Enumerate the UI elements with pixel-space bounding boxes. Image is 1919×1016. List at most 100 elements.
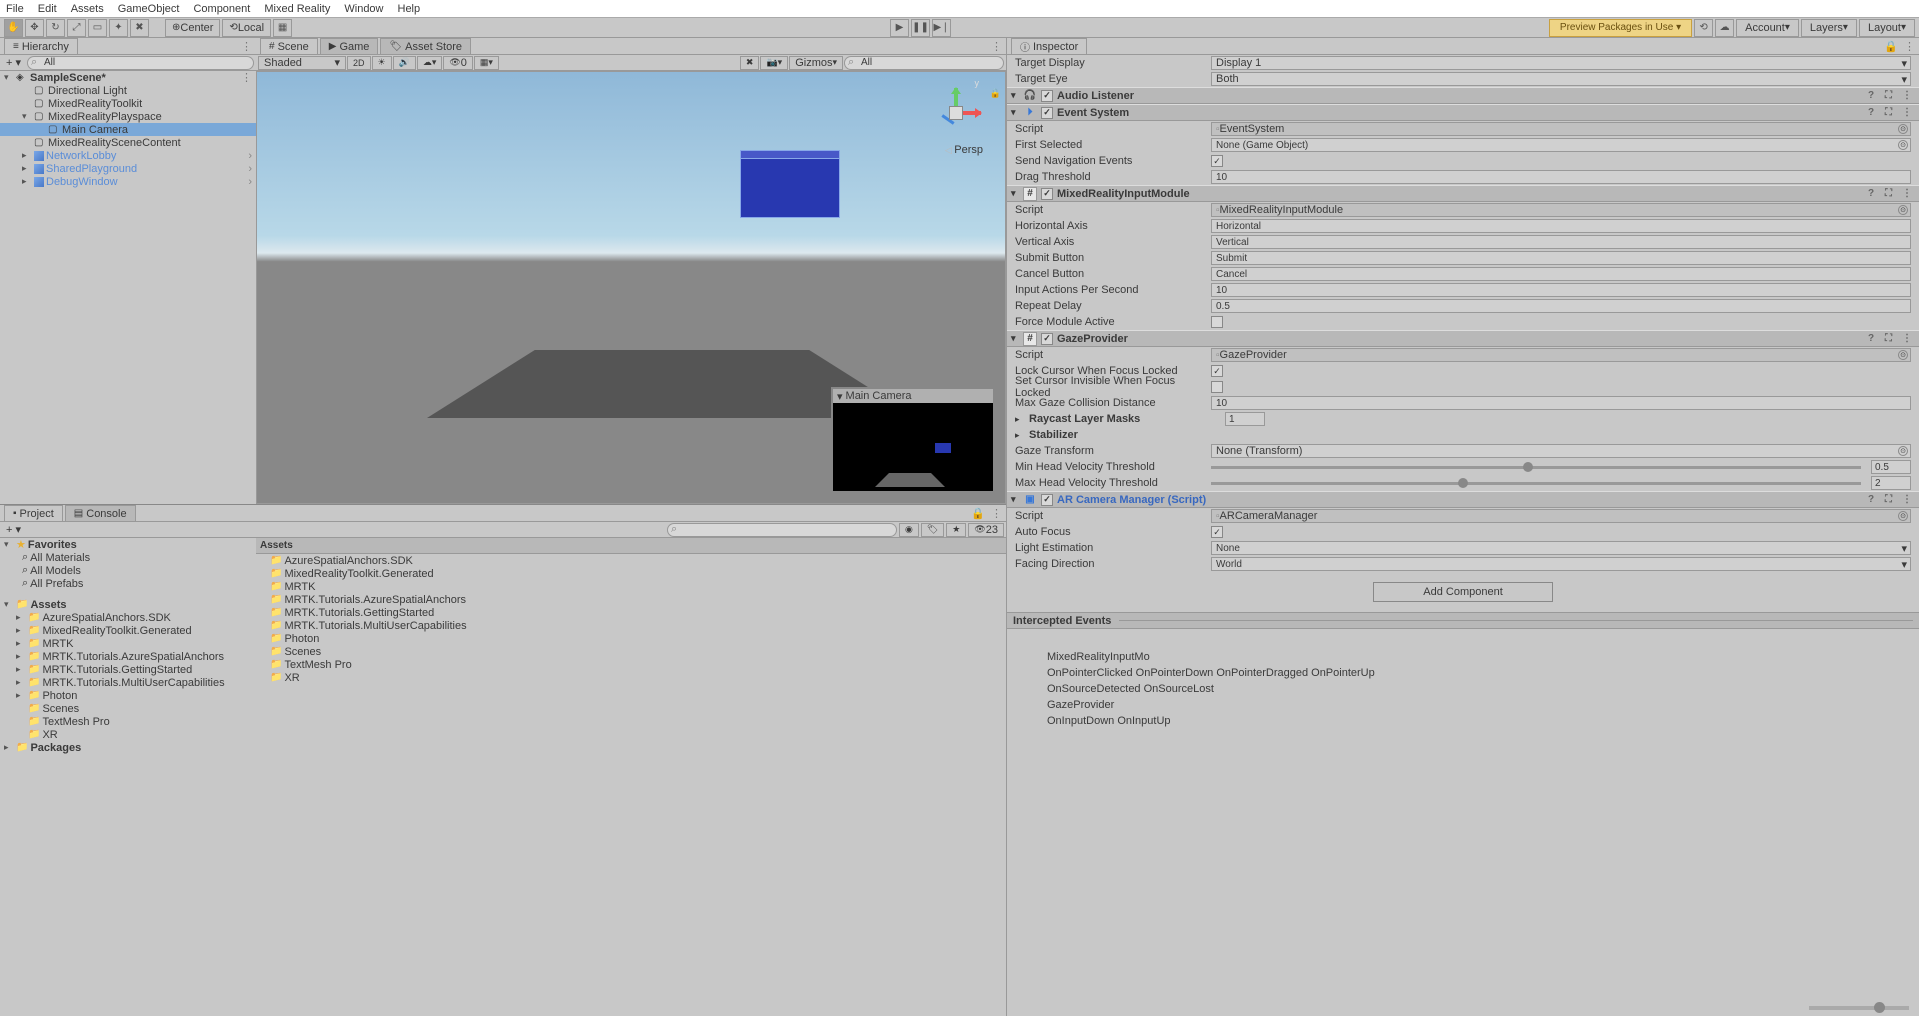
add-component-button[interactable]: Add Component (1373, 582, 1553, 602)
input-enable-checkbox[interactable]: ✓ (1041, 188, 1053, 200)
hierarchy-tree[interactable]: ▾◈SampleScene*⋮▢Directional Light▢MixedR… (0, 71, 256, 504)
hidden-count-icon[interactable]: 👁23 (968, 523, 1004, 537)
folder-item[interactable]: ▸📁 MRTK.Tutorials.GettingStarted (0, 663, 256, 676)
help-icon[interactable]: ? (1868, 107, 1881, 118)
menu-gameobject[interactable]: GameObject (118, 3, 180, 15)
menu-mixedreality[interactable]: Mixed Reality (264, 3, 330, 15)
menu-window[interactable]: Window (344, 3, 383, 15)
preview-packages-pill[interactable]: Preview Packages in Use ▾ (1549, 19, 1692, 37)
audio-listener-header[interactable]: ▾🎧✓Audio Listener?⛶⋮ (1007, 87, 1919, 104)
console-tab[interactable]: ▤ Console (65, 505, 136, 521)
tab-menu-icon[interactable]: ⋮ (1904, 40, 1915, 53)
layers-dropdown[interactable]: Layers ▾ (1801, 19, 1857, 37)
hierarchy-search[interactable]: All (27, 56, 254, 70)
menu-edit[interactable]: Edit (38, 3, 57, 15)
hierarchy-item[interactable]: ▸ NetworkLobby› (0, 149, 256, 162)
hierarchy-tab[interactable]: ≡ Hierarchy (4, 38, 78, 54)
slider-value[interactable]: 0.5 (1871, 460, 1911, 474)
property-field[interactable]: Cancel (1211, 267, 1911, 281)
project-asset-list[interactable]: Assets 📁 AzureSpatialAnchors.SDK📁 MixedR… (256, 538, 1006, 1016)
favorite-item[interactable]: ⌕ All Materials (0, 551, 256, 564)
projection-label[interactable]: ◁ Persp (945, 144, 983, 156)
project-create[interactable]: + ▾ (2, 523, 25, 536)
hierarchy-item[interactable]: ▢MixedRealityToolkit (0, 97, 256, 110)
scene-tab[interactable]: # Scene (260, 38, 318, 54)
rect-tool[interactable]: ▭ (88, 19, 107, 37)
property-field[interactable]: Horizontal (1211, 219, 1911, 233)
menu-help[interactable]: Help (398, 3, 421, 15)
favorite-item[interactable]: ⌕ All Models (0, 564, 256, 577)
preset-icon[interactable]: ⛶ (1885, 494, 1898, 505)
project-search[interactable] (667, 523, 897, 537)
hand-tool[interactable]: ✋ (4, 19, 23, 37)
property-field[interactable]: 10 (1211, 170, 1911, 184)
pivot-center-toggle[interactable]: ⊕ Center (165, 19, 220, 37)
asset-item[interactable]: 📁 MRTK.Tutorials.GettingStarted (256, 606, 1006, 619)
raycast-count[interactable]: 1 (1225, 412, 1265, 426)
lock-icon[interactable]: 🔒 (1884, 40, 1898, 53)
move-tool[interactable]: ✥ (25, 19, 44, 37)
property-checkbox[interactable] (1211, 316, 1223, 328)
lock-icon[interactable]: 🔒 (971, 507, 985, 520)
pause-button[interactable]: ❚❚ (911, 19, 930, 37)
layout-dropdown[interactable]: Layout ▾ (1859, 19, 1915, 37)
event-enable-checkbox[interactable]: ✓ (1041, 107, 1053, 119)
filter-by-type-icon[interactable]: ◉ (899, 523, 919, 537)
asset-item[interactable]: 📁 XR (256, 671, 1006, 684)
property-field[interactable]: None (Game Object)⊙ (1211, 138, 1911, 152)
custom-tool[interactable]: ✖ (130, 19, 149, 37)
tab-menu-icon[interactable]: ⋮ (241, 40, 252, 53)
menu-icon[interactable]: ⋮ (1902, 90, 1915, 101)
menu-icon[interactable]: ⋮ (1902, 188, 1915, 199)
gaze-provider-header[interactable]: ▾#✓GazeProvider?⛶⋮ (1007, 330, 1919, 347)
grid-toggle[interactable]: ▦▾ (474, 56, 499, 70)
help-icon[interactable]: ? (1868, 494, 1881, 505)
tools-icon[interactable]: ✖ (740, 56, 760, 70)
scene-search[interactable]: All (844, 56, 1004, 70)
property-checkbox[interactable] (1211, 381, 1223, 393)
hierarchy-item[interactable]: ▸ DebugWindow› (0, 175, 256, 188)
gizmos-dropdown[interactable]: Gizmos ▾ (789, 56, 843, 70)
property-checkbox[interactable]: ✓ (1211, 155, 1223, 167)
save-search-icon[interactable]: ★ (946, 523, 966, 537)
camera-icon[interactable]: 📷▾ (760, 56, 788, 70)
property-checkbox[interactable]: ✓ (1211, 365, 1223, 377)
scale-tool[interactable]: ⤢ (67, 19, 86, 37)
target-eye-field[interactable]: Both▾ (1211, 72, 1911, 86)
folder-item[interactable]: ▸📁 MRTK (0, 637, 256, 650)
2d-toggle[interactable]: 2D (347, 56, 371, 70)
property-field[interactable]: None▾ (1211, 541, 1911, 555)
hierarchy-item[interactable]: ▢Main Camera (0, 123, 256, 136)
snap-toggle[interactable]: ▦ (273, 19, 292, 37)
play-button[interactable]: ▶ (890, 19, 909, 37)
menu-icon[interactable]: ⋮ (1902, 333, 1915, 344)
slider-value[interactable]: 2 (1871, 476, 1911, 490)
project-folder-tree[interactable]: ▾★ Favorites⌕ All Materials⌕ All Models⌕… (0, 538, 256, 1016)
menu-assets[interactable]: Assets (71, 3, 104, 15)
collab-icon[interactable]: ⟲ (1694, 19, 1713, 37)
gaze-enable-checkbox[interactable]: ✓ (1041, 333, 1053, 345)
asset-item[interactable]: 📁 Scenes (256, 645, 1006, 658)
account-dropdown[interactable]: Account ▾ (1736, 19, 1799, 37)
asset-item[interactable]: 📁 MRTK (256, 580, 1006, 593)
property-field[interactable]: Submit (1211, 251, 1911, 265)
hidden-toggle[interactable]: 👁0 (443, 56, 473, 70)
folder-item[interactable]: 📁 Scenes (0, 702, 256, 715)
property-slider[interactable] (1211, 482, 1861, 485)
game-tab[interactable]: ▶ Game (320, 38, 379, 54)
event-system-header[interactable]: ▾⏵✓Event System?⛶⋮ (1007, 104, 1919, 121)
asset-item[interactable]: 📁 Photon (256, 632, 1006, 645)
folder-item[interactable]: ▸📁 AzureSpatialAnchors.SDK (0, 611, 256, 624)
folder-item[interactable]: 📁 XR (0, 728, 256, 741)
asset-item[interactable]: 📁 AzureSpatialAnchors.SDK (256, 554, 1006, 567)
help-icon[interactable]: ? (1868, 188, 1881, 199)
favorites-header[interactable]: ▾★ Favorites (0, 538, 256, 551)
inspector-tab[interactable]: ⓘ Inspector (1011, 38, 1087, 54)
property-field[interactable]: Vertical (1211, 235, 1911, 249)
folder-item[interactable]: ▸📁 MRTK.Tutorials.AzureSpatialAnchors (0, 650, 256, 663)
folder-item[interactable]: ▸📁 Photon (0, 689, 256, 702)
lock-icon[interactable]: 🔒 (990, 88, 1001, 99)
tab-menu-icon[interactable]: ⋮ (991, 507, 1002, 520)
property-slider[interactable] (1211, 466, 1861, 469)
asset-item[interactable]: 📁 MixedRealityToolkit.Generated (256, 567, 1006, 580)
